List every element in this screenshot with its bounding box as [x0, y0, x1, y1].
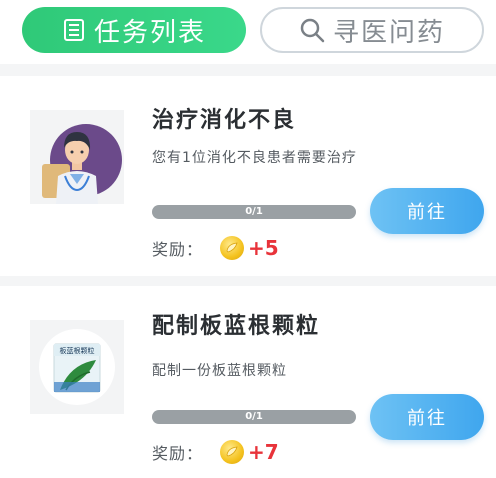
coin-icon	[220, 440, 244, 464]
reward-value: +7	[248, 440, 279, 464]
package-text: 板蓝根颗粒	[59, 347, 95, 355]
tab-find-doctor[interactable]: 寻医问药	[260, 7, 484, 53]
go-button[interactable]: 前往	[370, 188, 484, 234]
reward-value: +5	[248, 236, 279, 260]
progress-text: 0/1	[245, 411, 263, 422]
task-page: 任务列表 寻医问药 治疗消化不良 您有1位消化不良患者需要治疗 0/1 奖励： …	[0, 0, 496, 478]
doctor-avatar	[30, 110, 124, 204]
reward: 奖励： +5	[152, 236, 279, 260]
tab-find-doctor-label: 寻医问药	[332, 17, 445, 48]
task-progress-bar: 0/1	[152, 410, 356, 424]
task-progress-bar: 0/1	[152, 205, 356, 219]
progress-text: 0/1	[245, 206, 263, 217]
list-icon	[62, 18, 86, 42]
task-description: 您有1位消化不良患者需要治疗	[152, 150, 357, 166]
coin-icon	[220, 236, 244, 260]
task-title: 配制板蓝根颗粒	[152, 314, 321, 339]
reward: 奖励： +7	[152, 440, 279, 464]
task-card: 治疗消化不良 您有1位消化不良患者需要治疗 0/1 奖励： +5 前往	[0, 76, 496, 276]
task-card: 板蓝根颗粒 配制板蓝根颗粒 配制一份板蓝根颗粒 0/1 奖励： +7 前往	[0, 286, 496, 478]
tab-bar: 任务列表 寻医问药	[0, 0, 496, 64]
task-description: 配制一份板蓝根颗粒	[152, 363, 287, 379]
task-title: 治疗消化不良	[152, 108, 297, 133]
go-button[interactable]: 前往	[370, 394, 484, 440]
tab-task-list-label: 任务列表	[93, 17, 206, 48]
tab-task-list[interactable]: 任务列表	[22, 7, 246, 53]
reward-label: 奖励：	[152, 444, 204, 463]
reward-label: 奖励：	[152, 240, 204, 259]
search-icon	[299, 17, 325, 43]
medicine-package-image: 板蓝根颗粒	[30, 320, 124, 414]
